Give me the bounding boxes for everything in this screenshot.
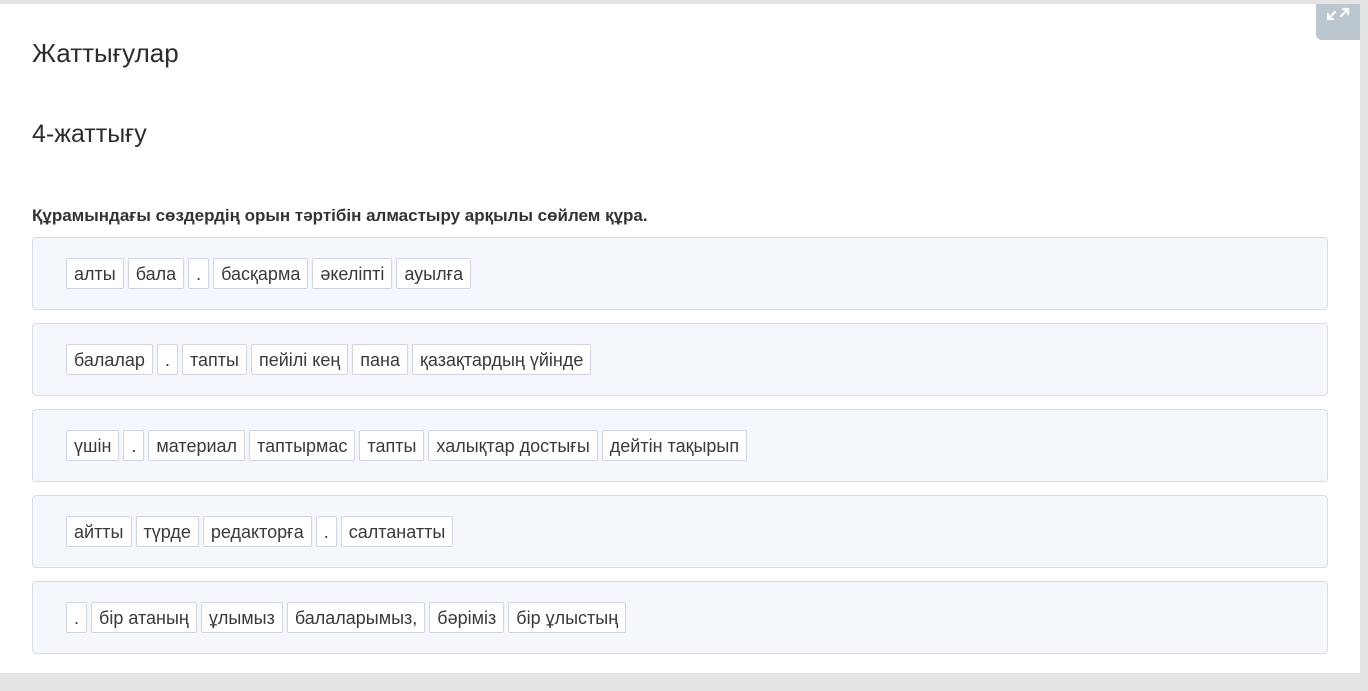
word-tile[interactable]: халықтар достығы — [428, 430, 598, 461]
word-tile[interactable]: редакторға — [202, 516, 312, 547]
word-tile[interactable]: басқарма — [213, 258, 309, 289]
word-tile[interactable]: қазақтардың үйінде — [412, 344, 592, 375]
word-tile[interactable]: бала — [127, 258, 185, 289]
word-tile[interactable]: ауылға — [396, 258, 472, 289]
word-tile[interactable]: тапты — [359, 430, 425, 461]
sentence-rows: алты бала. басқарма әкеліпті ауылға балалар.… — [32, 237, 1328, 654]
word-tile[interactable]: пейілі кең — [250, 344, 349, 375]
word-tile[interactable]: балаларымыз, — [286, 602, 426, 633]
sentence-row[interactable]: айтты түрде редакторға. салтанатты — [32, 495, 1328, 568]
sentence-row[interactable]: үшін. материал таптырмас тапты халықтар дост… — [32, 409, 1328, 482]
exercise-panel: Жаттығулар 4-жаттығу Құрамындағы сөздерд… — [0, 0, 1360, 673]
word-tile[interactable]: ұлымыз — [200, 602, 283, 633]
expand-arrows-icon — [1326, 7, 1350, 21]
exercise-instruction: Құрамындағы сөздердің орын тәртібін алма… — [32, 206, 648, 225]
fullscreen-button[interactable] — [1316, 4, 1360, 40]
word-tile[interactable]: . — [156, 344, 178, 375]
word-tile[interactable]: бәріміз — [429, 602, 505, 633]
sentence-row[interactable]: алты бала. басқарма әкеліпті ауылға — [32, 237, 1328, 310]
word-tile[interactable]: үшін — [66, 430, 120, 461]
word-tile[interactable]: бір атаның — [91, 602, 197, 633]
word-tile[interactable]: дейтін тақырып — [601, 430, 748, 461]
section-title: Жаттығулар — [32, 38, 179, 68]
word-tile[interactable]: тапты — [181, 344, 247, 375]
word-tile[interactable]: . — [188, 258, 210, 289]
word-tile[interactable]: алты — [66, 258, 124, 289]
word-tile[interactable]: айтты — [66, 516, 132, 547]
word-tile[interactable]: . — [315, 516, 337, 547]
word-tile[interactable]: . — [123, 430, 145, 461]
word-tile[interactable]: таптырмас — [249, 430, 356, 461]
word-tile[interactable]: пана — [352, 344, 409, 375]
word-tile[interactable]: материал — [148, 430, 246, 461]
word-tile[interactable]: балалар — [66, 344, 153, 375]
word-tile[interactable]: әкеліпті — [312, 258, 393, 289]
sentence-row[interactable]: . бір атаның ұлымыз балаларымыз, бәріміз бір … — [32, 581, 1328, 654]
word-tile[interactable]: түрде — [135, 516, 199, 547]
exercise-title: 4-жаттығу — [32, 120, 147, 148]
word-tile[interactable]: бір ұлыстың — [508, 602, 627, 633]
word-tile[interactable]: салтанатты — [340, 516, 454, 547]
word-tile[interactable]: . — [66, 602, 88, 633]
sentence-row[interactable]: балалар. тапты пейілі кең пана қазақтардың ү… — [32, 323, 1328, 396]
